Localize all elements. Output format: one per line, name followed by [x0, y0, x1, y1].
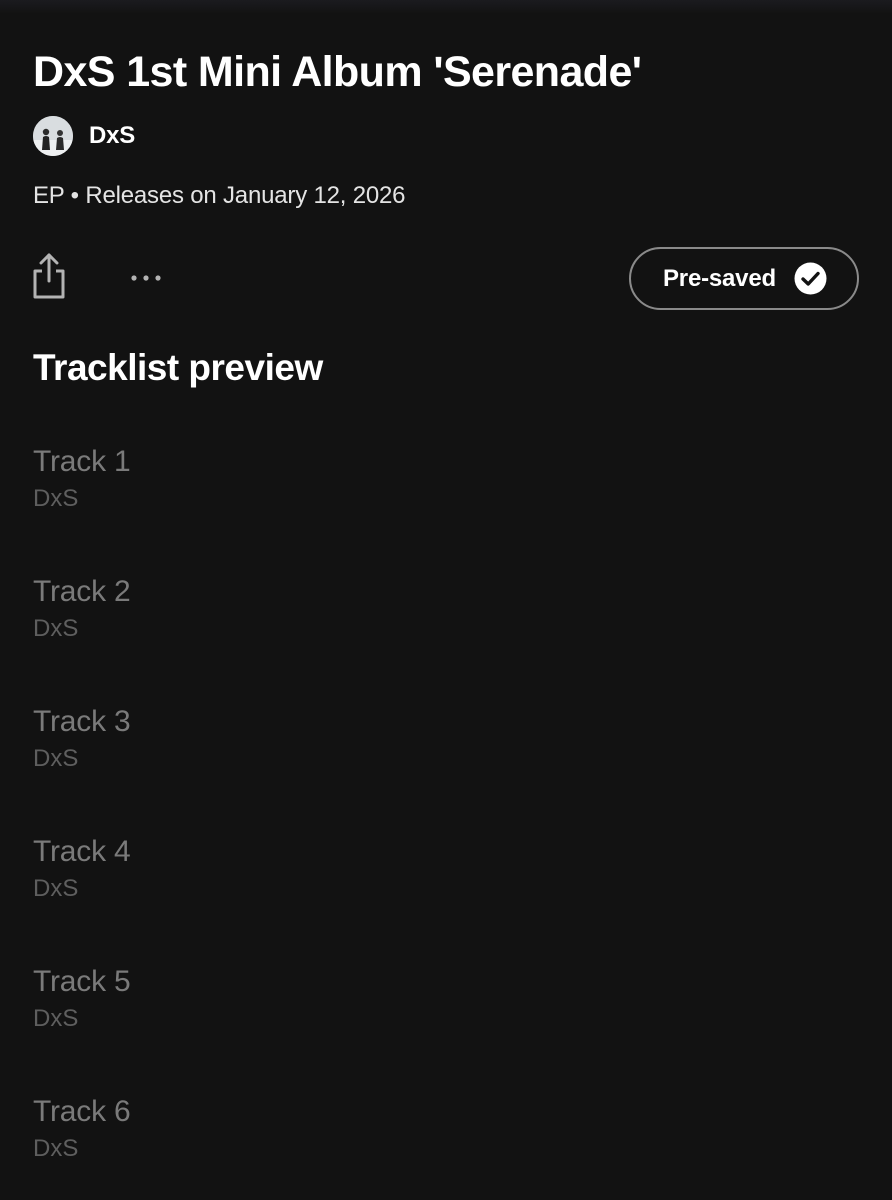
artist-row[interactable]: DxS — [33, 116, 135, 156]
track-title: Track 6 — [33, 1095, 131, 1128]
track-title: Track 1 — [33, 445, 131, 478]
track-artist: DxS — [33, 485, 79, 512]
share-button[interactable] — [26, 250, 72, 302]
track-item[interactable]: Track 6 DxS — [33, 1092, 859, 1200]
track-title: Track 5 — [33, 965, 131, 998]
track-artist: DxS — [33, 875, 79, 902]
track-artist: DxS — [33, 615, 79, 642]
track-artist: DxS — [33, 1135, 79, 1162]
track-item[interactable]: Track 1 DxS — [33, 442, 859, 572]
check-circle-icon — [794, 262, 827, 295]
release-meta: EP • Releases on January 12, 2026 — [33, 182, 406, 209]
track-item[interactable]: Track 4 DxS — [33, 832, 859, 962]
tracklist: Track 1 DxS Track 2 DxS Track 3 DxS Trac… — [33, 442, 859, 1200]
artist-avatar[interactable] — [33, 116, 73, 156]
track-title: Track 3 — [33, 705, 131, 738]
top-fade — [0, 0, 892, 14]
album-title: DxS 1st Mini Album 'Serenade' — [33, 48, 642, 96]
track-artist: DxS — [33, 745, 79, 772]
more-options-icon — [131, 275, 161, 281]
track-title: Track 2 — [33, 575, 131, 608]
presave-button[interactable]: Pre-saved — [629, 247, 859, 310]
artist-name[interactable]: DxS — [89, 122, 135, 150]
track-item[interactable]: Track 3 DxS — [33, 702, 859, 832]
share-icon — [33, 253, 65, 299]
tracklist-heading: Tracklist preview — [33, 347, 323, 388]
presave-label: Pre-saved — [663, 264, 776, 292]
track-item[interactable]: Track 2 DxS — [33, 572, 859, 702]
track-title: Track 4 — [33, 835, 131, 868]
track-item[interactable]: Track 5 DxS — [33, 962, 859, 1092]
more-options-button[interactable] — [122, 262, 170, 294]
track-artist: DxS — [33, 1005, 79, 1032]
